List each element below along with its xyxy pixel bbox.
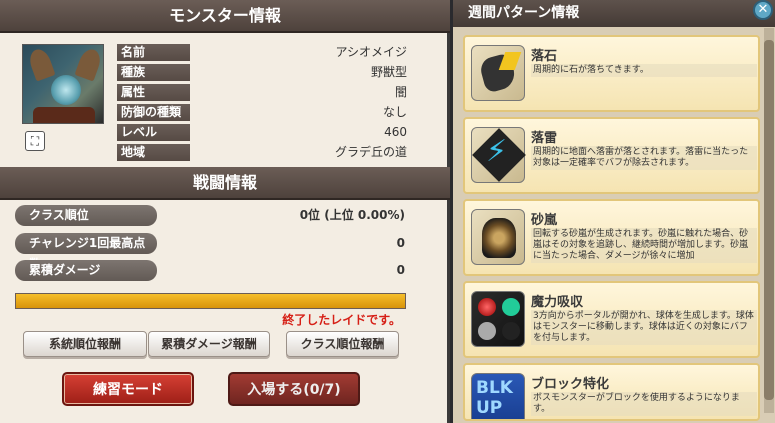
- info-label: レベル: [117, 124, 190, 141]
- pattern-desc: 周期的に石が落ちてきます。: [531, 64, 757, 77]
- stat-value: 0位 (上位 0.00%): [299, 208, 405, 222]
- info-value: 野獣型: [370, 65, 407, 79]
- info-value: なし: [382, 105, 407, 119]
- lightning-icon: [471, 127, 525, 183]
- info-row-region: 地域 グラデ丘の道: [117, 144, 407, 161]
- pattern-desc: 回転する砂嵐が生成されます。砂嵐に触れた場合、砂嵐はその対象を追跡し、継続時間が…: [531, 228, 757, 263]
- info-value: 460: [384, 125, 407, 139]
- mana-absorb-icon: [471, 291, 525, 347]
- stat-row-best-score: チャレンジ1回最高点数 0: [15, 233, 405, 271]
- cumulative-damage-reward-button[interactable]: 累積ダメージ報酬: [148, 331, 270, 357]
- block-up-icon: [471, 373, 525, 419]
- stat-label: クラス順位: [15, 205, 157, 226]
- monster-portrait: [22, 44, 104, 124]
- pattern-title: 魔力吸収: [531, 295, 584, 310]
- sandstorm-icon: [471, 209, 525, 265]
- stat-value: 0: [396, 263, 405, 277]
- info-value: グラデ丘の道: [334, 145, 407, 159]
- pattern-title: 落雷: [531, 131, 558, 146]
- stat-label: チャレンジ1回最高点数: [15, 233, 157, 271]
- close-icon[interactable]: ✕: [753, 0, 773, 20]
- info-value: アシオメイジ: [335, 45, 407, 59]
- stat-value: 0: [396, 236, 405, 250]
- info-label: 属性: [117, 84, 190, 101]
- stat-label: 累積ダメージ: [15, 260, 157, 281]
- weekly-pattern-panel: 週間パターン情報 ✕ 落石 周期的に石が落ちてきます。 落雷 周期的に地面へ落雷…: [453, 0, 775, 423]
- stat-row-class-rank: クラス順位 0位 (上位 0.00%): [15, 205, 405, 226]
- pattern-card: 落雷 周期的に地面へ落雷が落とされます。落雷に当たった対象は一定確率でバフが除去…: [463, 117, 760, 194]
- raid-window: モンスター情報 ⛶ 名前 アシオメイジ 種族 野獣型 属性 闇 防御の種類 なし…: [0, 0, 775, 423]
- info-row-defense: 防御の種類 なし: [117, 104, 407, 121]
- class-rank-reward-button[interactable]: クラス順位報酬: [286, 331, 399, 357]
- system-rank-reward-button[interactable]: 系統順位報酬: [23, 331, 147, 357]
- info-row-attribute: 属性 闇: [117, 84, 407, 101]
- info-label: 防御の種類: [117, 104, 190, 121]
- info-label: 種族: [117, 64, 190, 81]
- pattern-title: 落石: [531, 49, 558, 64]
- pattern-card: 落石 周期的に石が落ちてきます。: [463, 35, 760, 112]
- map-icon[interactable]: ⛶: [25, 131, 45, 151]
- raid-ended-message: 終了したレイドです。: [282, 313, 401, 327]
- pattern-title: ブロック特化: [531, 377, 610, 392]
- scrollbar-thumb[interactable]: [764, 40, 774, 400]
- info-label: 名前: [117, 44, 190, 61]
- info-value: 闇: [394, 85, 407, 99]
- info-row-name: 名前 アシオメイジ: [117, 44, 407, 61]
- raid-progress-bar: [15, 293, 406, 309]
- monster-info-header: モンスター情報: [0, 0, 450, 33]
- weekly-pattern-header: 週間パターン情報: [453, 0, 775, 27]
- enter-button[interactable]: 入場する(0/7): [228, 372, 360, 406]
- practice-mode-button[interactable]: 練習モード: [62, 372, 194, 406]
- pattern-card: 砂嵐 回転する砂嵐が生成されます。砂嵐に触れた場合、砂嵐はその対象を追跡し、継続…: [463, 199, 760, 276]
- pattern-title: 砂嵐: [531, 213, 558, 228]
- falling-rock-icon: [471, 45, 525, 101]
- raid-info-panel: モンスター情報 ⛶ 名前 アシオメイジ 種族 野獣型 属性 闇 防御の種類 なし…: [0, 0, 450, 423]
- pattern-desc: 3方向からポータルが開かれ、球体を生成します。球体はモンスターに移動します。球体…: [531, 310, 757, 345]
- pattern-desc: 周期的に地面へ落雷が落とされます。落雷に当たった対象は一定確率でバフが除去されま…: [531, 146, 757, 170]
- pattern-card: 魔力吸収 3方向からポータルが開かれ、球体を生成します。球体はモンスターに移動し…: [463, 281, 760, 358]
- battle-info-header: 戦闘情報: [0, 167, 450, 200]
- raid-progress-fill: [16, 294, 405, 308]
- pattern-card: ブロック特化 ボスモンスターがブロックを使用するようになります。: [463, 363, 760, 421]
- info-row-level: レベル 460: [117, 124, 407, 141]
- pattern-desc: ボスモンスターがブロックを使用するようになります。: [531, 392, 757, 416]
- info-label: 地域: [117, 144, 190, 161]
- info-row-race: 種族 野獣型: [117, 64, 407, 81]
- stat-row-cumulative-damage: 累積ダメージ 0: [15, 260, 405, 281]
